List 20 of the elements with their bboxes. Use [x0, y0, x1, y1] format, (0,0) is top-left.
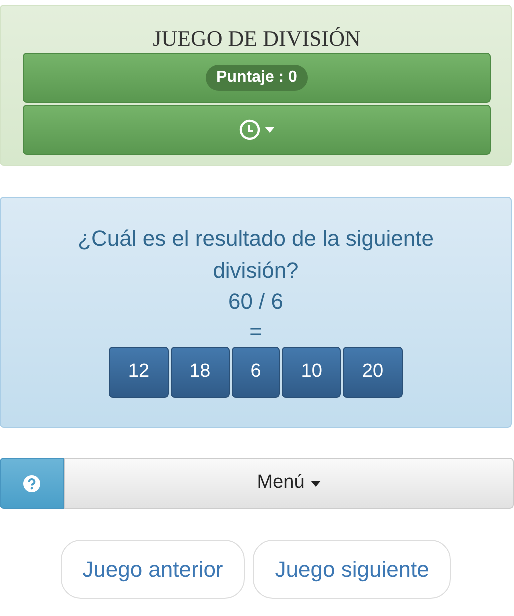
caret-icon — [310, 480, 321, 486]
score-badge: Puntaje : 0 — [206, 65, 308, 91]
caret-icon — [265, 127, 275, 133]
question-text: ¿Cuál es el resultado de la siguiente división? — [77, 225, 435, 285]
answer-button[interactable]: 18 — [170, 347, 230, 398]
answer-button[interactable]: 20 — [343, 347, 403, 398]
equals-sign: = — [248, 318, 264, 346]
game-title: JUEGO DE DIVISIÓN — [153, 27, 361, 51]
answer-button[interactable]: 6 — [232, 347, 280, 398]
menu-button[interactable]: Menú — [64, 458, 514, 509]
score-button[interactable]: Puntaje : 0 — [23, 53, 491, 103]
division-expression: 60 / 6 — [227, 288, 285, 316]
nav-button[interactable]: Juego anterior — [60, 540, 246, 599]
answer-button[interactable]: 12 — [109, 347, 169, 398]
help-button[interactable] — [0, 458, 64, 509]
answer-button[interactable]: 10 — [282, 347, 342, 398]
clock-icon — [239, 119, 261, 141]
help-icon — [23, 474, 41, 492]
timer-dropdown-button[interactable] — [23, 105, 491, 155]
nav-button[interactable]: Juego siguiente — [253, 540, 452, 599]
